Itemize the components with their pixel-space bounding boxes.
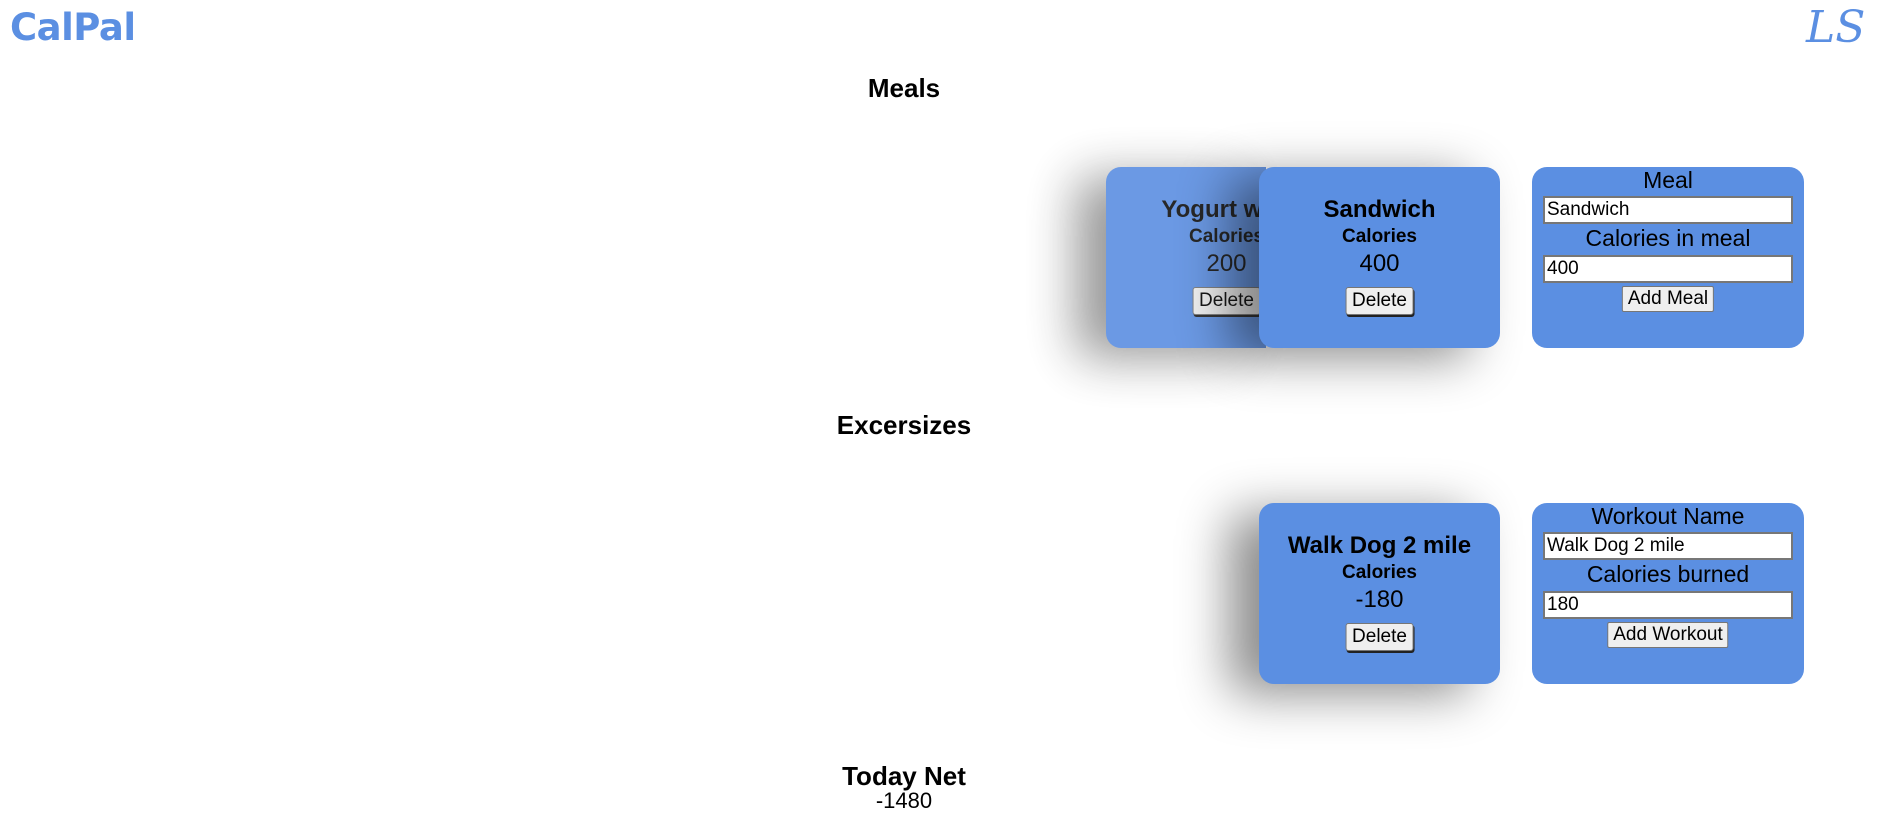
exercise-calories-label: Calories xyxy=(1342,562,1417,583)
exercise-calories-value: -180 xyxy=(1355,586,1404,613)
delete-exercise-button[interactable]: Delete xyxy=(1345,623,1414,651)
calories-in-meal-label: Calories in meal xyxy=(1585,225,1751,251)
exercise-card: Walk Dog 2 mile Calories -180 Delete xyxy=(1259,503,1500,684)
exercises-heading: Excersizes xyxy=(836,410,972,440)
exercise-name: Walk Dog 2 mile xyxy=(1287,532,1472,559)
meal-card: Yogurt with Calories 200 Delete xyxy=(1106,167,1266,348)
workout-name-input[interactable] xyxy=(1543,532,1793,560)
meal-name: Yogurt with xyxy=(1161,196,1266,223)
delete-meal-button[interactable]: Delete xyxy=(1192,287,1261,315)
calories-burned-label: Calories burned xyxy=(1586,561,1750,587)
meal-field-label: Meal xyxy=(1643,167,1693,193)
meal-card: Sandwich Calories 400 Delete xyxy=(1259,167,1500,348)
logo: CalPal xyxy=(10,6,136,49)
add-workout-form: Workout Name Calories burned Add Workout xyxy=(1532,503,1804,684)
meal-calories-input[interactable] xyxy=(1543,255,1793,283)
meal-calories-value: 400 xyxy=(1359,250,1400,277)
workout-name-label: Workout Name xyxy=(1591,503,1745,529)
delete-meal-button[interactable]: Delete xyxy=(1345,287,1414,315)
add-meal-form: Meal Calories in meal Add Meal xyxy=(1532,167,1804,348)
add-workout-button[interactable]: Add Workout xyxy=(1607,622,1729,648)
meal-calories-label: Calories xyxy=(1189,226,1264,247)
user-initials-icon[interactable]: LS xyxy=(1806,2,1865,53)
add-meal-button[interactable]: Add Meal xyxy=(1621,286,1715,312)
meal-name: Sandwich xyxy=(1323,196,1436,223)
meals-heading: Meals xyxy=(867,73,941,103)
today-net-value: -1480 xyxy=(875,788,933,813)
meal-name-input[interactable] xyxy=(1543,196,1793,224)
workout-calories-input[interactable] xyxy=(1543,591,1793,619)
meal-calories-label: Calories xyxy=(1342,226,1417,247)
meal-calories-value: 200 xyxy=(1206,250,1247,277)
